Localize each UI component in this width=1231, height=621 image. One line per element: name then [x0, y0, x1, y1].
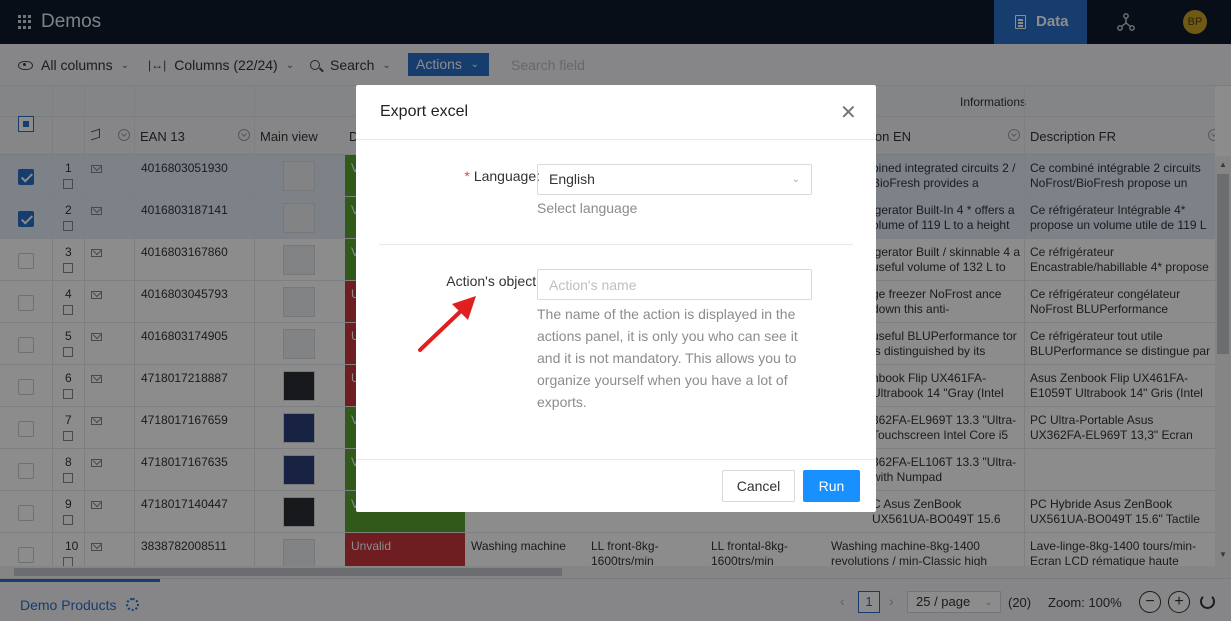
language-label-text: Language [473, 168, 537, 184]
required-marker: * [464, 168, 470, 184]
divider [356, 139, 876, 140]
language-select[interactable]: English ⌄ [537, 164, 812, 195]
divider [379, 244, 853, 245]
action-object-label: Action's object: [420, 273, 540, 289]
action-name-input[interactable] [537, 269, 812, 300]
language-value: English [549, 171, 595, 187]
cancel-button[interactable]: Cancel [722, 470, 795, 502]
language-label: * Language: [464, 168, 540, 184]
divider [356, 459, 876, 460]
annotation-arrow-icon [418, 296, 476, 352]
modal-title: Export excel [380, 103, 469, 120]
run-button[interactable]: Run [803, 470, 860, 502]
action-object-help-text: The name of the action is displayed in t… [537, 306, 798, 410]
close-icon[interactable]: ✕ [840, 103, 857, 123]
language-help-text: Select language [537, 200, 638, 216]
chevron-down-icon: ⌄ [791, 174, 800, 185]
action-object-label-text: Action's object [446, 273, 537, 289]
